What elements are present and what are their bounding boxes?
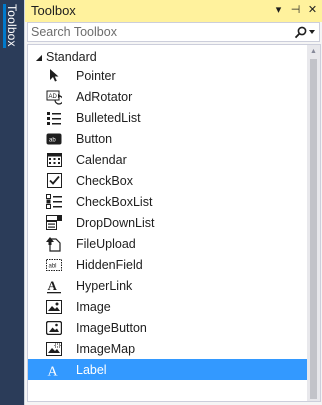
imagemap-icon bbox=[46, 341, 62, 357]
svg-text:A: A bbox=[48, 364, 59, 378]
svg-text:A: A bbox=[48, 278, 58, 293]
toolbox-item-hyperlink[interactable]: A HyperLink bbox=[28, 275, 308, 296]
toolbox-item-bulletedlist[interactable]: BulletedList bbox=[28, 107, 308, 128]
label-icon: A bbox=[46, 362, 62, 378]
toolbox-item-fileupload[interactable]: FileUpload bbox=[28, 233, 308, 254]
toolbox-item-label[interactable]: A Label bbox=[28, 359, 308, 380]
toolbox-tree: ◢ Standard Pointer AD AdRotator Bulleted… bbox=[27, 44, 321, 402]
svg-text:ab: ab bbox=[49, 137, 56, 143]
toolbox-item-image[interactable]: Image bbox=[28, 296, 308, 317]
hyperlink-icon: A bbox=[46, 278, 62, 294]
scroll-up-arrow-icon[interactable]: ▲ bbox=[307, 46, 320, 58]
toolbox-item-calendar[interactable]: Calendar bbox=[28, 149, 308, 170]
toolbox-panel: Toolbox ▾ ⊣ ✕ ◢ Standard bbox=[24, 0, 322, 405]
search-button[interactable] bbox=[293, 24, 315, 40]
pointer-icon bbox=[46, 68, 62, 84]
toolbox-item-hiddenfield[interactable]: abl HiddenField bbox=[28, 254, 308, 275]
toolbox-item-button[interactable]: ab Button bbox=[28, 128, 308, 149]
scroll-thumb[interactable] bbox=[310, 59, 317, 399]
svg-text:AD: AD bbox=[49, 94, 58, 100]
expand-arrow-icon[interactable]: ◢ bbox=[32, 53, 46, 62]
image-icon bbox=[46, 299, 62, 315]
checkboxlist-icon bbox=[46, 194, 62, 210]
adrotator-icon: AD bbox=[46, 89, 62, 105]
button-icon: ab bbox=[46, 131, 62, 147]
toolbox-item-dropdownlist[interactable]: DropDownList bbox=[28, 212, 308, 233]
toolbox-item-imagebutton[interactable]: ImageButton bbox=[28, 317, 308, 338]
toolbox-item-checkboxlist[interactable]: CheckBoxList bbox=[28, 191, 308, 212]
search-input[interactable] bbox=[31, 24, 281, 40]
fileupload-icon bbox=[46, 236, 62, 252]
group-header-standard[interactable]: ◢ Standard bbox=[28, 48, 298, 66]
toolbox-item-adrotator[interactable]: AD AdRotator bbox=[28, 86, 308, 107]
group-label: Standard bbox=[46, 50, 97, 64]
toolbox-side-tab[interactable]: Toolbox bbox=[0, 0, 24, 405]
toolbox-item-imagemap[interactable]: ImageMap bbox=[28, 338, 308, 359]
close-icon[interactable]: ✕ bbox=[306, 3, 319, 18]
title-buttons: ▾ ⊣ ✕ bbox=[272, 3, 319, 18]
hiddenfield-icon: abl bbox=[46, 257, 62, 273]
toolbox-items: Pointer AD AdRotator BulletedList ab But… bbox=[28, 65, 308, 380]
svg-text:abl: abl bbox=[49, 263, 57, 269]
search-box[interactable] bbox=[27, 22, 320, 42]
chevron-down-icon bbox=[309, 30, 315, 34]
checkbox-icon bbox=[46, 173, 62, 189]
title-bar: Toolbox ▾ ⊣ ✕ bbox=[25, 0, 322, 22]
toolbox-item-checkbox[interactable]: CheckBox bbox=[28, 170, 308, 191]
search-icon bbox=[294, 26, 307, 38]
dropdownlist-icon bbox=[46, 215, 62, 231]
calendar-icon bbox=[46, 152, 62, 168]
vertical-scrollbar[interactable]: ▲ bbox=[307, 45, 320, 401]
bulletedlist-icon bbox=[46, 110, 62, 126]
pin-icon[interactable]: ⊣ bbox=[289, 3, 302, 18]
side-tab-label: Toolbox bbox=[5, 4, 19, 47]
imagebutton-icon bbox=[46, 320, 62, 336]
toolbox-item-pointer[interactable]: Pointer bbox=[28, 65, 308, 86]
window-menu-icon[interactable]: ▾ bbox=[272, 3, 285, 18]
panel-title: Toolbox bbox=[31, 3, 76, 18]
